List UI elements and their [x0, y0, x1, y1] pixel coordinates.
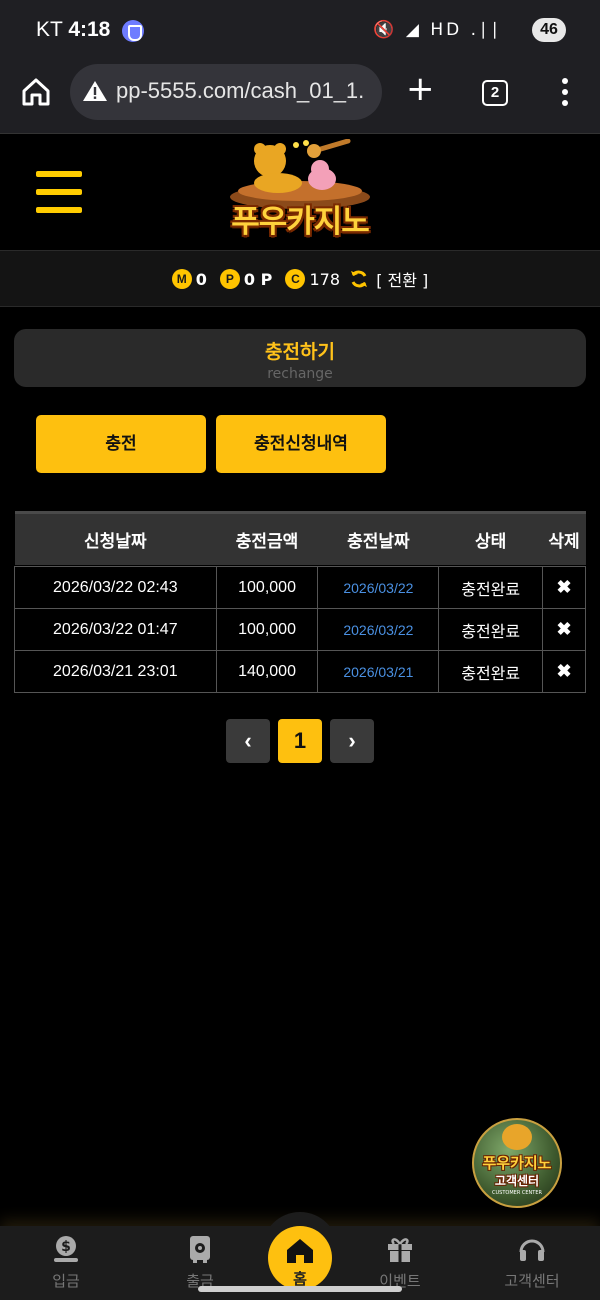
- cs-float-label: 고객센터: [494, 1174, 540, 1188]
- browser-home-icon[interactable]: [20, 76, 52, 108]
- m-coin-icon: M: [171, 269, 192, 289]
- money-balance: 0: [195, 269, 207, 289]
- cell-status: 충전완료: [438, 566, 544, 609]
- cell-charge-date: 2026/03/22: [317, 566, 440, 609]
- page-number-button[interactable]: 1: [278, 719, 322, 763]
- svg-text:$: $: [61, 1239, 71, 1255]
- cell-request-date: 2026/03/21 23:01: [14, 650, 217, 693]
- tab-switcher-button[interactable]: 2: [482, 80, 508, 106]
- table-header-row: 신청날짜 충전금액 충전날짜 상태 삭제: [14, 511, 586, 565]
- browser-menu-icon[interactable]: [560, 78, 570, 108]
- cell-request-date: 2026/03/22 01:47: [14, 608, 217, 651]
- cell-charge-date: 2026/03/21: [317, 650, 440, 693]
- balance-bar: M0 P0 P C 178 [ 전환 ]: [0, 250, 600, 307]
- refresh-icon[interactable]: [349, 269, 369, 289]
- cell-charge-date: 2026/03/22: [317, 608, 440, 651]
- nav-customer-center-label: 고객센터: [504, 1272, 560, 1290]
- browser-toolbar: pp-5555.com/cash_01_1. + 2: [0, 62, 600, 134]
- c-coin-icon: C: [285, 269, 306, 289]
- page-subtitle: rechange: [267, 366, 333, 382]
- vpn-shield-icon: [122, 20, 144, 42]
- cell-request-date: 2026/03/22 02:43: [14, 566, 217, 609]
- table-row: 2026/03/22 02:43 100,000 2026/03/22 충전완료…: [14, 566, 586, 609]
- nav-deposit-label: 입금: [52, 1272, 80, 1290]
- col-header-delete: 삭제: [542, 511, 586, 565]
- carrier-label: KT: [36, 18, 63, 41]
- cs-float-caption: CUSTOMER CENTER: [492, 1190, 542, 1196]
- convert-button[interactable]: [ 전환 ]: [376, 267, 428, 291]
- cell-status: 충전완료: [438, 650, 544, 693]
- cell-amount: 140,000: [215, 650, 319, 693]
- url-text[interactable]: pp-5555.com/cash_01_1.: [116, 78, 364, 104]
- gift-icon: [388, 1238, 412, 1262]
- url-bar[interactable]: pp-5555.com/cash_01_1.: [70, 64, 382, 120]
- delete-icon[interactable]: ✖: [542, 608, 586, 651]
- gesture-handle: [198, 1286, 402, 1292]
- charge-history-tab-button[interactable]: 충전신청내역: [216, 415, 386, 473]
- hamburger-menu-icon[interactable]: [36, 171, 82, 213]
- p-coin-icon: P: [219, 269, 240, 289]
- col-header-status: 상태: [438, 511, 543, 565]
- deposit-coin-icon: $: [54, 1236, 78, 1262]
- withdraw-safe-icon: [190, 1236, 210, 1263]
- charge-tab-button[interactable]: 충전: [36, 415, 206, 473]
- delete-icon[interactable]: ✖: [542, 650, 586, 693]
- point-balance: 0 P: [243, 269, 273, 289]
- battery-icon: 46: [532, 18, 566, 42]
- nav-customer-center[interactable]: 고객센터: [472, 1226, 592, 1300]
- mascot-icon: [502, 1124, 532, 1150]
- cell-amount: 100,000: [215, 608, 319, 651]
- status-carrier: KT 4:18: [36, 18, 110, 42]
- charge-history-table: 신청날짜 충전금액 충전날짜 상태 삭제 2026/03/22 02:43 10…: [14, 511, 586, 693]
- page-title: 충전하기: [265, 341, 335, 363]
- site-logo[interactable]: 푸우카지노: [218, 138, 382, 243]
- table-row: 2026/03/22 01:47 100,000 2026/03/22 충전완료…: [14, 608, 586, 651]
- headset-icon: [519, 1239, 545, 1261]
- status-time: 4:18: [68, 18, 111, 41]
- prev-page-chevron-left-icon[interactable]: ‹: [226, 719, 270, 763]
- table-row: 2026/03/21 23:01 140,000 2026/03/21 충전완료…: [14, 650, 586, 693]
- col-header-charge-date: 충전날짜: [317, 511, 439, 565]
- not-secure-warning-icon[interactable]: [82, 79, 108, 103]
- status-icons: 🔇 ◢ HD .∣∣: [373, 20, 502, 40]
- logo-text: 푸우카지노: [231, 204, 370, 240]
- status-bar: KT 4:18 🔇 ◢ HD .∣∣ 46: [0, 0, 600, 62]
- next-page-chevron-right-icon[interactable]: ›: [330, 719, 374, 763]
- page-title-box: 충전하기 rechange: [14, 329, 586, 387]
- cs-float-title: 푸우카지노: [482, 1154, 552, 1172]
- casino-balance: 178: [309, 269, 340, 289]
- cell-status: 충전완료: [438, 608, 544, 651]
- customer-center-floating-button[interactable]: 푸우카지노 고객센터 CUSTOMER CENTER: [472, 1118, 562, 1208]
- col-header-request-date: 신청날짜: [14, 511, 217, 565]
- delete-icon[interactable]: ✖: [542, 566, 586, 609]
- nav-deposit[interactable]: $ 입금: [6, 1226, 126, 1300]
- new-tab-plus-icon[interactable]: +: [406, 72, 435, 106]
- home-icon: [287, 1239, 313, 1263]
- col-header-amount: 충전금액: [216, 511, 318, 565]
- cell-amount: 100,000: [215, 566, 319, 609]
- site-header: 푸우카지노: [0, 135, 600, 250]
